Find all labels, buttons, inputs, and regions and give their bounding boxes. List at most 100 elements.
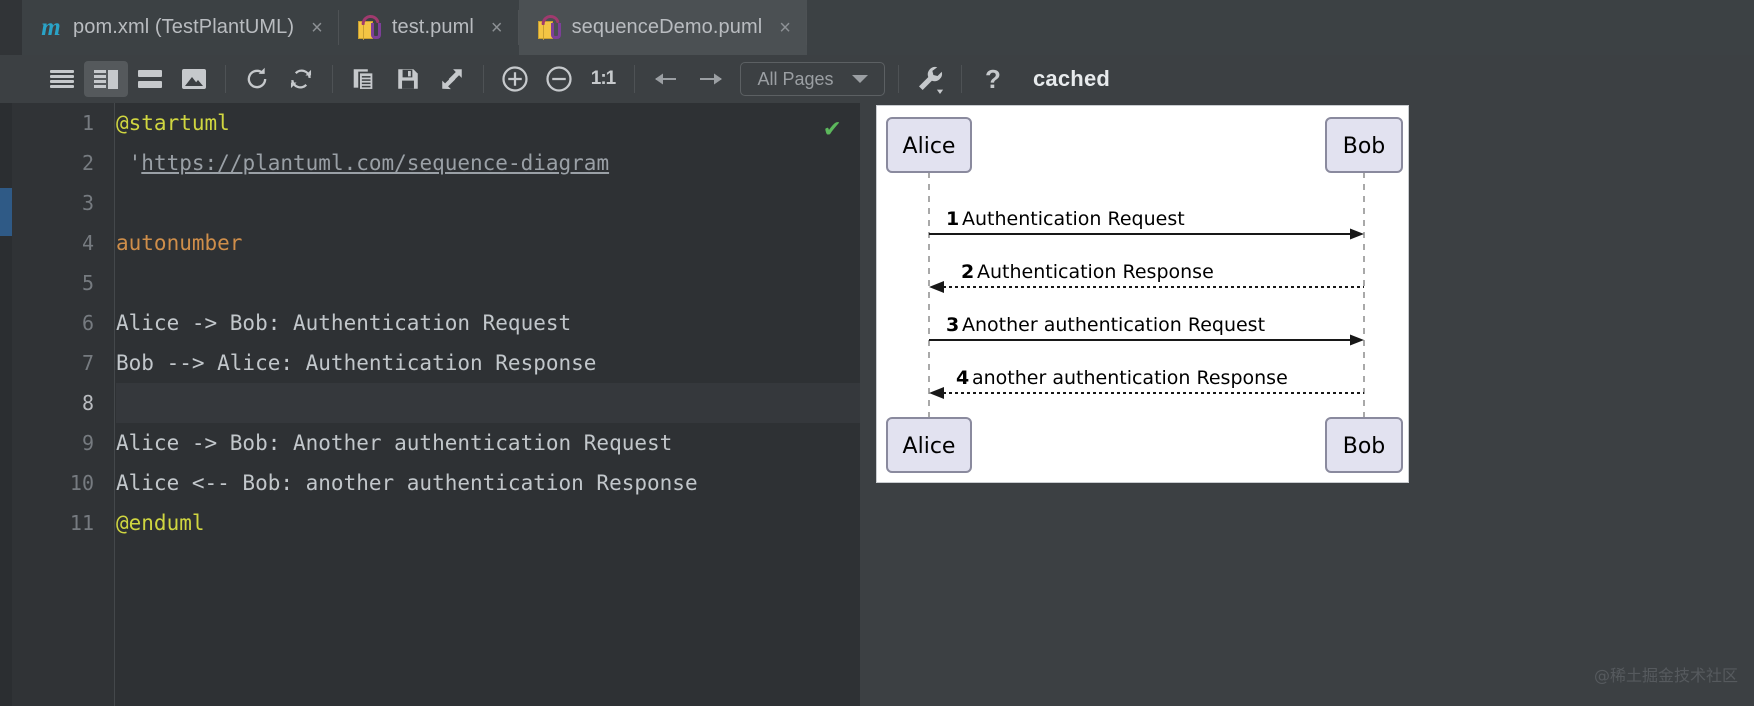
chevron-down-icon <box>852 75 868 83</box>
code-line[interactable] <box>116 183 860 223</box>
tab-label: pom.xml (TestPlantUML) <box>73 16 294 39</box>
arrow-left-icon <box>651 66 681 92</box>
code-line[interactable]: @enduml <box>116 503 860 543</box>
tab-close-icon[interactable]: × <box>779 18 791 38</box>
sync-icon <box>287 65 315 93</box>
show-preview-only-button[interactable] <box>172 61 216 97</box>
show-source-only-button[interactable] <box>40 61 84 97</box>
source-editor[interactable]: 1234567891011 ✔ @startuml 'https://plant… <box>0 103 860 706</box>
question-mark-icon: ? <box>985 66 1001 92</box>
code-line[interactable] <box>116 263 860 303</box>
diagram-preview-panel[interactable]: 1 Authentication Request 2 Authenticatio… <box>860 103 1754 706</box>
sequence-diagram-svg: 1 Authentication Request 2 Authenticatio… <box>877 106 1408 482</box>
reload-all-button[interactable] <box>279 61 323 97</box>
split-view-icon <box>94 70 118 89</box>
copy-icon <box>351 66 377 92</box>
line-number: 10 <box>12 463 114 503</box>
line-number: 11 <box>12 503 114 543</box>
participant-label-alice-bottom: Alice <box>903 434 956 459</box>
arrowhead-1 <box>1350 229 1364 240</box>
code-text-area[interactable]: ✔ @startuml 'https://plantuml.com/sequen… <box>116 103 860 706</box>
pages-select[interactable]: All Pages <box>740 62 885 96</box>
tab-close-icon[interactable]: × <box>491 18 503 38</box>
show-editor-and-preview-button[interactable] <box>84 61 128 97</box>
wrench-icon <box>915 64 945 94</box>
maven-icon: m <box>40 15 62 40</box>
arrowhead-2 <box>929 281 944 293</box>
next-page-button[interactable] <box>688 61 732 97</box>
message-label-1: Authentication Request <box>962 208 1185 230</box>
code-line[interactable]: autonumber <box>116 223 860 263</box>
sequence-diagram: 1 Authentication Request 2 Authenticatio… <box>876 105 1409 483</box>
settings-button[interactable] <box>908 61 952 97</box>
message-number-1: 1 <box>946 208 959 230</box>
code-line[interactable]: Bob --> Alice: Authentication Response <box>116 343 860 383</box>
puml-file-icon <box>537 15 561 41</box>
line-number: 4 <box>12 223 114 263</box>
tab-pom-xml[interactable]: m pom.xml (TestPlantUML) × <box>22 0 339 55</box>
toolbar-divider <box>483 65 484 93</box>
code-line[interactable]: Alice -> Bob: Authentication Request <box>116 303 860 343</box>
tab-divider <box>806 10 807 45</box>
toolbar-divider <box>898 65 899 93</box>
line-number: 9 <box>12 423 114 463</box>
code-token: https://plantuml.com/sequence-diagram <box>141 151 609 175</box>
message-label-3: Another authentication Request <box>962 314 1265 336</box>
tab-sequencedemo-puml[interactable]: sequenceDemo.puml × <box>519 0 807 55</box>
reload-page-button[interactable] <box>235 61 279 97</box>
participant-label-bob-bottom: Bob <box>1343 434 1386 459</box>
line-number-gutter: 1234567891011 <box>12 103 115 706</box>
open-external-button[interactable] <box>430 61 474 97</box>
code-token: autonumber <box>116 231 242 255</box>
code-token: Bob --> Alice: Authentication Response <box>116 351 596 375</box>
arrowhead-3 <box>1350 335 1364 346</box>
code-line[interactable]: 'https://plantuml.com/sequence-diagram <box>116 143 860 183</box>
plus-circle-icon <box>500 64 530 94</box>
help-button[interactable]: ? <box>971 61 1015 97</box>
message-number-3: 3 <box>946 314 959 336</box>
editor-tab-bar: m pom.xml (TestPlantUML) × test.puml × s… <box>0 0 1754 55</box>
tab-bar-left-edge <box>0 0 22 55</box>
zoom-reset-label: 1:1 <box>591 68 615 90</box>
toolbar-divider <box>332 65 333 93</box>
zoom-in-button[interactable] <box>493 61 537 97</box>
pages-select-value: All Pages <box>757 69 833 90</box>
tab-label: test.puml <box>392 16 474 39</box>
line-number: 6 <box>12 303 114 343</box>
line-number: 3 <box>12 183 114 223</box>
save-icon <box>395 66 421 92</box>
minus-circle-icon <box>544 64 574 94</box>
image-icon <box>182 69 206 89</box>
code-token: Alice <-- Bob: another authentication Re… <box>116 471 698 495</box>
editor-change-marker <box>0 188 12 236</box>
previous-page-button[interactable] <box>644 61 688 97</box>
show-stacked-view-button[interactable] <box>128 61 172 97</box>
preview-toolbar: 1:1 All Pages <box>0 55 1754 103</box>
line-number: 1 <box>12 103 114 143</box>
code-token: Alice -> Bob: Another authentication Req… <box>116 431 672 455</box>
code-line[interactable]: Alice -> Bob: Another authentication Req… <box>116 423 860 463</box>
watermark-text: @稀土掘金技术社区 <box>1594 662 1738 686</box>
save-diagram-button[interactable] <box>386 61 430 97</box>
code-line[interactable] <box>116 383 860 423</box>
participant-label-alice-top: Alice <box>903 134 956 159</box>
zoom-reset-button[interactable]: 1:1 <box>581 61 625 97</box>
code-token: @enduml <box>116 511 205 535</box>
code-token: Alice -> Bob: Authentication Request <box>116 311 571 335</box>
message-label-4: another authentication Response <box>972 367 1288 389</box>
arrow-right-icon <box>695 66 725 92</box>
code-line[interactable]: Alice <-- Bob: another authentication Re… <box>116 463 860 503</box>
lines-icon <box>50 70 74 88</box>
code-token: @startuml <box>116 111 230 135</box>
copy-diagram-button[interactable] <box>342 61 386 97</box>
tab-test-puml[interactable]: test.puml × <box>339 0 519 55</box>
zoom-out-button[interactable] <box>537 61 581 97</box>
message-number-4: 4 <box>956 367 969 389</box>
editor-marker-stripe <box>0 103 12 706</box>
code-line[interactable]: @startuml <box>116 103 860 143</box>
arrowhead-4 <box>929 387 944 399</box>
line-number: 2 <box>12 143 114 183</box>
toolbar-divider <box>634 65 635 93</box>
toolbar-divider <box>961 65 962 93</box>
tab-close-icon[interactable]: × <box>311 18 323 38</box>
